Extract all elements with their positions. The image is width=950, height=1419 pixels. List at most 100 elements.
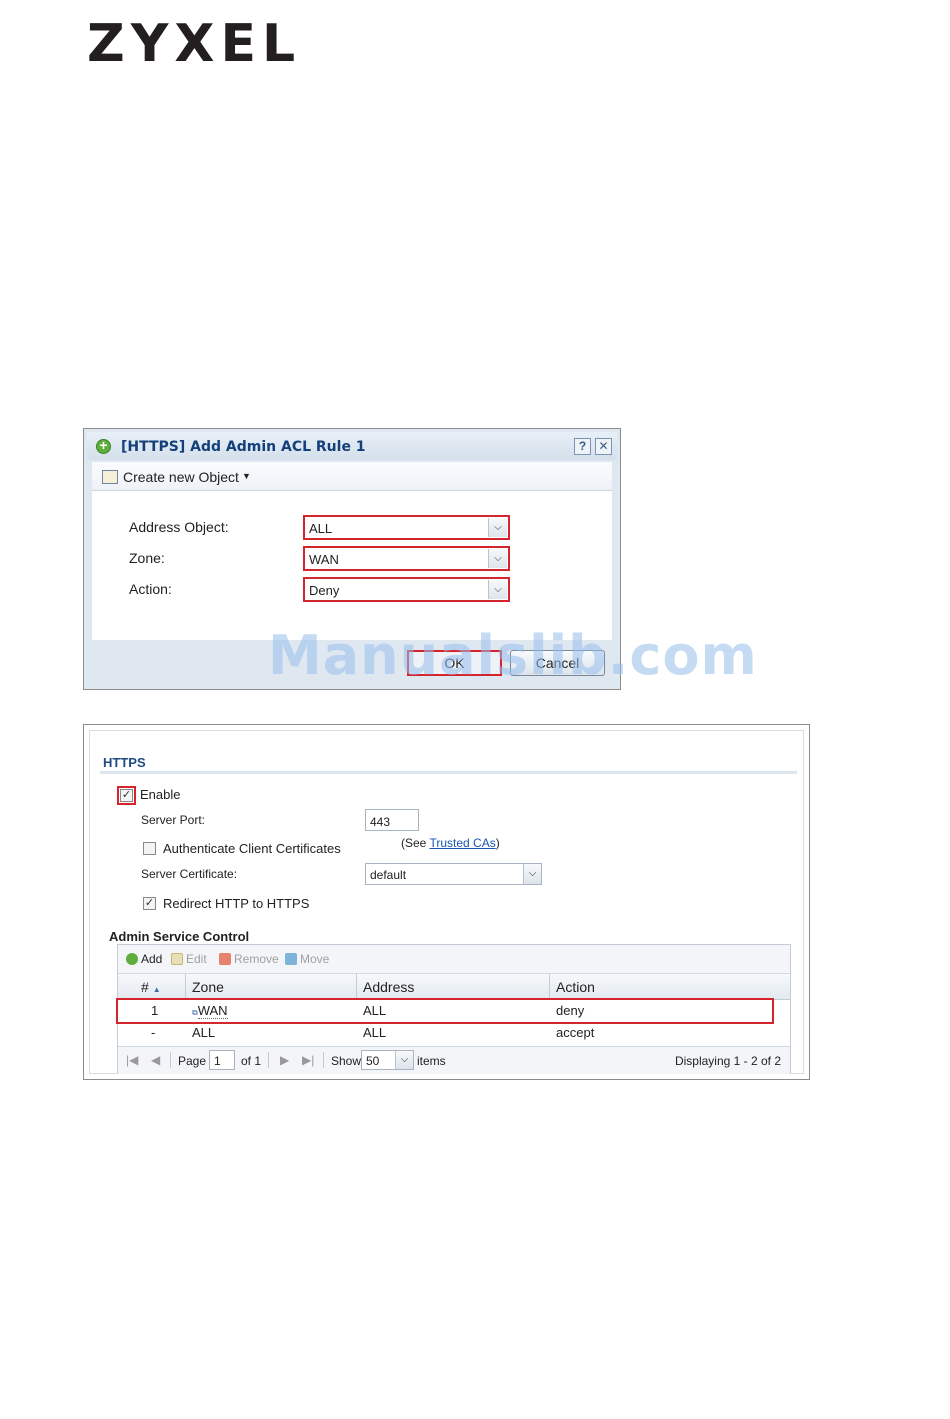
items-label: items (417, 1054, 446, 1068)
col-address[interactable]: Address (363, 979, 414, 995)
sort-asc-icon: ▲ (152, 985, 161, 994)
first-page-icon[interactable]: |◀ (126, 1053, 138, 1067)
pager-divider (268, 1052, 269, 1068)
move-label: Move (300, 952, 330, 966)
zone-value: WAN (309, 552, 339, 567)
address-object-select[interactable]: ALL ⌵ (303, 515, 510, 540)
grid-header: # ▲ Zone Address Action (118, 973, 790, 1000)
column-divider (549, 974, 550, 999)
object-icon (102, 470, 118, 484)
enable-checkbox[interactable]: ✓ (117, 786, 136, 805)
chevron-down-icon[interactable]: ⌵ (395, 1051, 413, 1069)
column-divider (356, 974, 357, 999)
admin-service-control-title: Admin Service Control (109, 929, 250, 944)
page-label: Page (178, 1054, 207, 1068)
move-icon (285, 953, 297, 965)
add-label: Add (141, 952, 163, 966)
authenticate-client-label: Authenticate Client Certificates (163, 841, 341, 856)
server-port-label: Server Port: (141, 813, 206, 827)
chevron-down-icon[interactable]: ⌵ (488, 580, 507, 599)
chevron-down-icon[interactable]: ⌵ (488, 549, 507, 568)
add-admin-acl-rule-dialog: [HTTPS] Add Admin ACL Rule 1 ? ✕ Create … (83, 428, 621, 690)
create-new-object-menu[interactable]: Create new Object (123, 469, 239, 485)
grid-pager: |◀ ◀ Page 1 of 1 ▶ ▶| Show 50 ⌵ items Di… (118, 1046, 790, 1074)
next-page-icon[interactable]: ▶ (280, 1053, 289, 1067)
chevron-down-icon[interactable]: ⌵ (523, 864, 541, 884)
redirect-http-checkbox[interactable]: ✓ (143, 897, 156, 910)
row-address: ALL (363, 1003, 387, 1018)
row-action: accept (556, 1025, 595, 1040)
authenticate-client-checkbox[interactable] (143, 842, 156, 855)
action-select[interactable]: Deny ⌵ (303, 577, 510, 602)
zone-select[interactable]: WAN ⌵ (303, 546, 510, 571)
admin-service-grid: Add Edit Remove Move # ▲ Zone Address Ac… (116, 944, 791, 1074)
edit-icon (171, 953, 183, 965)
zone-label: Zone: (129, 550, 165, 566)
page-size-value: 50 (366, 1054, 380, 1068)
row-zone-value: WAN (197, 1003, 228, 1019)
row-zone: ⧉WAN (192, 1003, 228, 1019)
table-row[interactable]: 1 ⧉WAN ALL deny (116, 998, 774, 1024)
col-zone[interactable]: Zone (192, 979, 224, 995)
cancel-button[interactable]: Cancel (510, 650, 605, 676)
row-num: 1 (151, 1003, 159, 1018)
https-panel: HTTPS ✓ Enable Server Port: 443 Authenti… (83, 724, 810, 1080)
col-action[interactable]: Action (556, 979, 595, 995)
pager-divider (323, 1052, 324, 1068)
section-divider (100, 771, 797, 774)
of-pages-label: of 1 (241, 1054, 262, 1068)
edit-label: Edit (186, 952, 207, 966)
server-certificate-select[interactable]: default ⌵ (365, 863, 542, 885)
address-object-value: ALL (309, 521, 333, 536)
https-section-title: HTTPS (103, 755, 146, 770)
page-input[interactable]: 1 (209, 1050, 235, 1070)
dialog-title: [HTTPS] Add Admin ACL Rule 1 (121, 439, 366, 455)
server-port-input[interactable]: 443 (365, 809, 419, 831)
displaying-status: Displaying 1 - 2 of 2 (674, 1054, 781, 1068)
see-prefix: (See (401, 836, 430, 850)
col-num-label: # (141, 979, 149, 995)
server-certificate-value: default (370, 868, 407, 882)
table-row[interactable]: - ALL ALL accept (118, 1022, 772, 1044)
trusted-cas-note: (See Trusted CAs) (401, 836, 500, 850)
add-icon (126, 953, 138, 965)
chevron-down-icon[interactable]: ⌵ (488, 518, 507, 537)
row-action: deny (556, 1003, 585, 1018)
enable-label: Enable (140, 787, 181, 802)
redirect-http-label: Redirect HTTP to HTTPS (163, 896, 310, 911)
grid-toolbar: Add Edit Remove Move (118, 945, 790, 973)
remove-label: Remove (234, 952, 279, 966)
zyxel-logo: ZYXEL (87, 14, 302, 74)
address-object-label: Address Object: (129, 519, 229, 535)
row-address: ALL (363, 1025, 387, 1040)
column-divider (185, 974, 186, 999)
move-button[interactable]: Move (285, 952, 329, 966)
action-value: Deny (309, 583, 340, 598)
caret-down-icon[interactable]: ▼ (242, 471, 251, 481)
col-num[interactable]: # ▲ (141, 979, 161, 995)
row-num: - (151, 1025, 156, 1040)
action-label: Action: (129, 581, 172, 597)
server-certificate-label: Server Certificate: (141, 867, 238, 881)
remove-button[interactable]: Remove (219, 952, 279, 966)
edit-button[interactable]: Edit (171, 952, 207, 966)
ok-button[interactable]: OK (407, 650, 502, 676)
dialog-footer: OK Cancel (92, 641, 612, 685)
trash-icon (219, 953, 231, 965)
https-panel-inner: HTTPS ✓ Enable Server Port: 443 Authenti… (89, 730, 804, 1074)
help-button[interactable]: ? (574, 438, 591, 455)
last-page-icon[interactable]: ▶| (302, 1053, 314, 1067)
see-suffix: ) (495, 836, 500, 850)
dialog-toolbar: Create new Object ▼ (92, 462, 612, 491)
close-button[interactable]: ✕ (595, 438, 612, 455)
add-circle-icon (96, 437, 111, 454)
dialog-form: Address Object: ALL ⌵ Zone: WAN ⌵ Action… (92, 491, 612, 640)
dialog-titlebar: [HTTPS] Add Admin ACL Rule 1 ? ✕ (87, 432, 617, 460)
trusted-cas-link[interactable]: Trusted CAs (429, 836, 495, 850)
row-zone: ALL (192, 1025, 216, 1040)
pager-divider (170, 1052, 171, 1068)
add-button[interactable]: Add (126, 952, 162, 966)
prev-page-icon[interactable]: ◀ (151, 1053, 160, 1067)
zone-icon: ⧉ (192, 1008, 198, 1017)
page-size-select[interactable]: 50 ⌵ (361, 1050, 414, 1070)
